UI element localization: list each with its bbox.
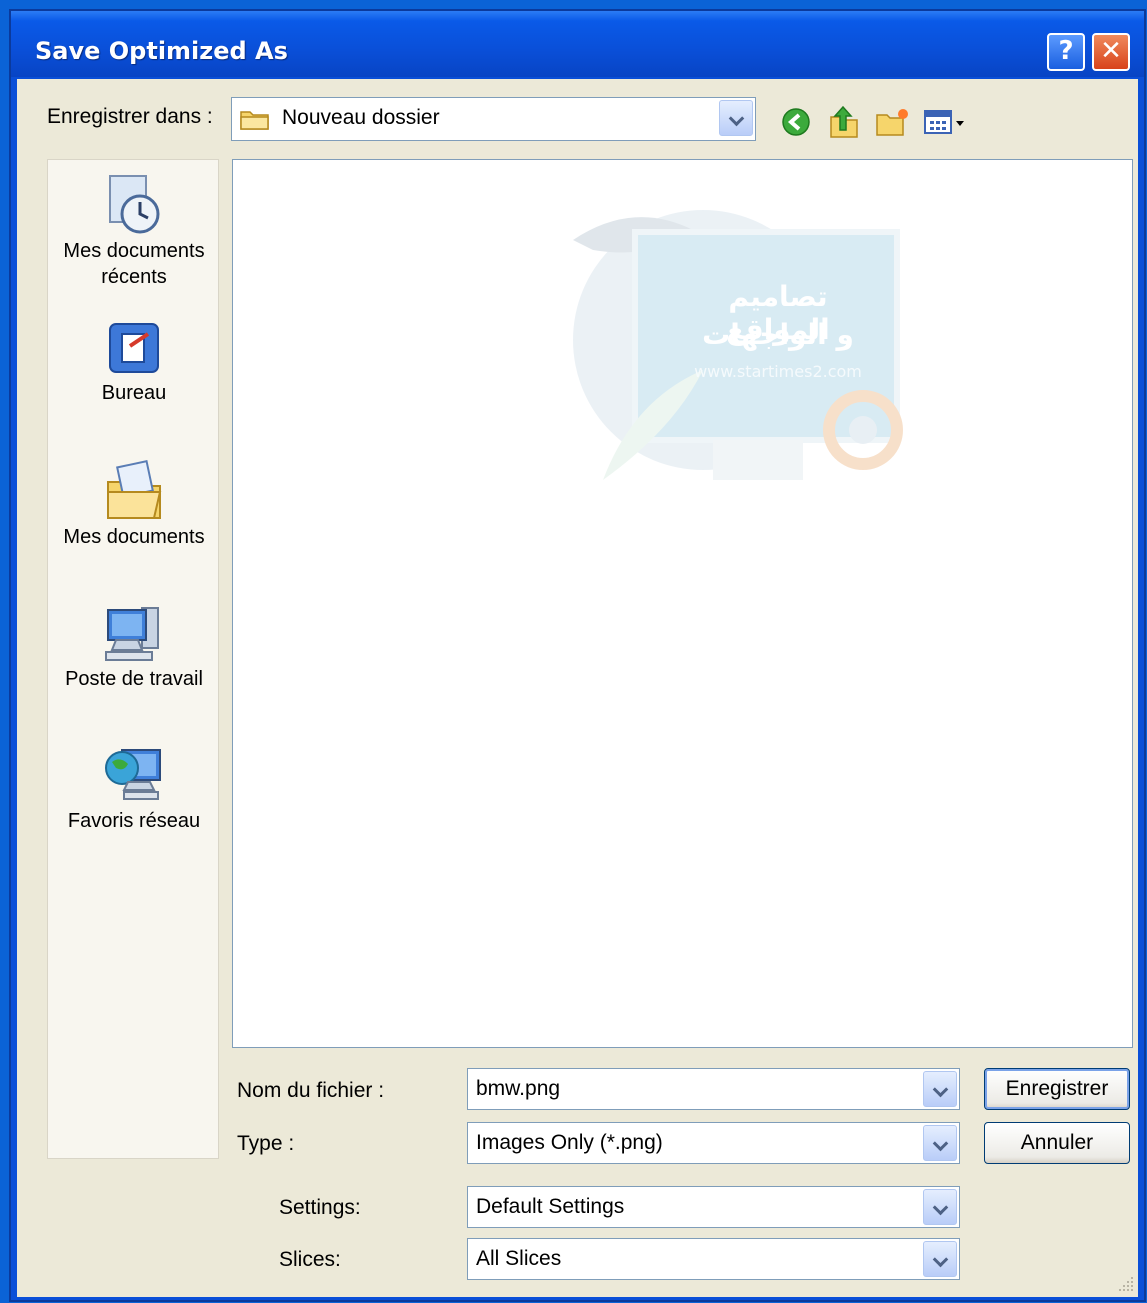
my-documents-icon [107,460,162,519]
resize-grip-icon[interactable] [1117,1275,1135,1293]
place-label: Favoris réseau [67,810,201,832]
title-bar[interactable]: Save Optimized As ? ✕ [11,11,1144,77]
chevron-down-icon[interactable] [923,1189,957,1225]
type-label: Type : [237,1132,295,1155]
network-places-icon [105,749,161,800]
dialog-client-area: Enregistrer dans : Nouveau dossier Mes d… [17,79,1138,1297]
place-my-documents[interactable]: Mes documents [48,458,220,550]
place-label: Mes documents [63,526,205,548]
watermark-arabic-line2: و الواجهات [702,318,854,351]
save-in-label: Enregistrer dans : [47,105,213,128]
settings-dropdown[interactable]: Default Settings [467,1186,960,1228]
dialog-outer-frame: Save Optimized As ? ✕ Enregistrer dans :… [0,0,1147,1303]
window-title: Save Optimized As [35,37,288,65]
up-folder-icon[interactable] [827,103,861,139]
close-button[interactable]: ✕ [1092,33,1130,71]
places-bar: Mes documents récents Bureau Mes documen… [47,159,219,1159]
slices-label: Slices: [279,1248,341,1271]
slices-dropdown[interactable]: All Slices [467,1238,960,1280]
settings-value: Default Settings [476,1195,625,1218]
place-label: Poste de travail [65,668,203,690]
place-label: Mes documents [63,240,205,262]
save-in-value: Nouveau dossier [282,106,440,129]
chevron-down-icon[interactable] [923,1241,957,1277]
save-in-dropdown[interactable]: Nouveau dossier [231,97,756,141]
place-desktop[interactable]: Bureau [48,316,220,406]
type-value: Images Only (*.png) [476,1131,663,1154]
help-button[interactable]: ? [1047,33,1085,71]
chevron-down-icon[interactable] [923,1071,957,1107]
place-network[interactable]: Favoris réseau [48,742,220,834]
folder-icon [240,111,269,130]
slices-value: All Slices [476,1247,562,1270]
filename-input[interactable]: bmw.png [467,1068,960,1110]
back-icon[interactable] [781,107,811,137]
dialog-window: Save Optimized As ? ✕ Enregistrer dans :… [9,9,1146,1302]
settings-label: Settings: [279,1196,361,1219]
save-button[interactable]: Enregistrer [984,1068,1130,1110]
filename-value[interactable]: bmw.png [476,1077,560,1101]
place-label: Bureau [101,382,167,404]
cancel-button[interactable]: Annuler [984,1122,1130,1164]
watermark-site: www.startimes2.com [694,362,862,381]
chevron-down-icon[interactable] [923,1125,957,1161]
chevron-down-icon[interactable] [719,100,753,136]
view-menu-icon[interactable] [923,109,967,137]
new-folder-icon[interactable] [875,107,911,137]
filename-label: Nom du fichier : [237,1079,385,1102]
recent-documents-icon [109,175,160,234]
place-recent-documents[interactable]: Mes documents récents [48,172,220,290]
my-computer-icon [105,607,159,661]
file-list[interactable]: تصاميم المواقع و الواجهات www.startimes2… [232,159,1133,1048]
desktop-icon [109,323,159,373]
place-my-computer[interactable]: Poste de travail [48,600,220,692]
type-dropdown[interactable]: Images Only (*.png) [467,1122,960,1164]
place-label-line2: récents [101,266,167,288]
watermark-logo: تصاميم المواقع و الواجهات www.startimes2… [533,170,953,510]
